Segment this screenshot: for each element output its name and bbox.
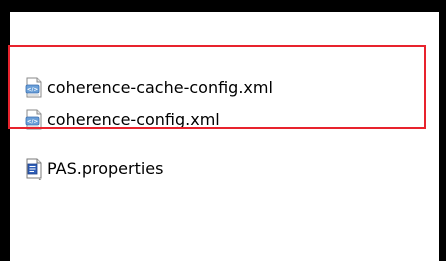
file-name: PAS.properties — [47, 159, 164, 178]
properties-file-icon — [26, 158, 42, 180]
file-list: </> coherence-cache-config.xml </> coher… — [20, 24, 432, 261]
svg-text:</>: </> — [27, 87, 39, 93]
file-name: coherence-config.xml — [47, 110, 220, 129]
file-item-coherence-cache-config[interactable]: </> coherence-cache-config.xml — [24, 76, 273, 100]
file-item-coherence-config[interactable]: </> coherence-config.xml — [24, 108, 220, 132]
window-frame: </> coherence-cache-config.xml </> coher… — [0, 0, 446, 261]
svg-text:</>: </> — [27, 119, 39, 125]
file-name: coherence-cache-config.xml — [47, 78, 273, 97]
xml-file-icon: </> — [25, 77, 42, 98]
xml-file-icon: </> — [25, 109, 42, 130]
file-item-pas-properties[interactable]: PAS.properties — [24, 157, 163, 181]
